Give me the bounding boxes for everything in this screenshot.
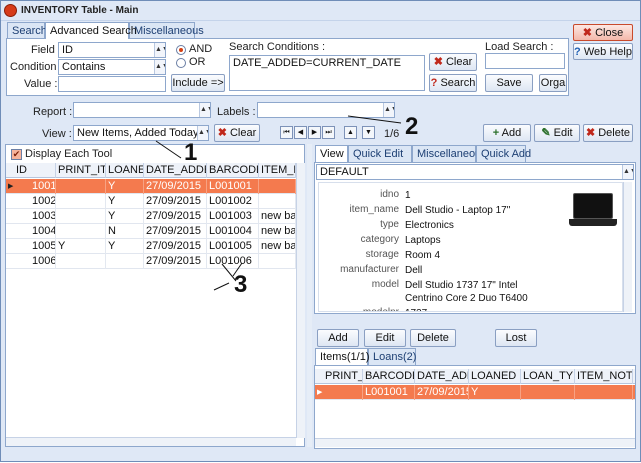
tab-view[interactable]: View	[315, 145, 348, 162]
annotation-1: 1	[184, 139, 198, 166]
main-window: INVENTORY Table - Main Search Advanced S…	[0, 0, 641, 462]
tab-advanced-search[interactable]: Advanced Search	[45, 22, 137, 39]
tab-items[interactable]: Items(1/1)	[315, 348, 370, 365]
annotation-lines	[155, 115, 402, 291]
annotation-2: 2	[405, 113, 419, 140]
annotation-3: 3	[234, 271, 248, 298]
